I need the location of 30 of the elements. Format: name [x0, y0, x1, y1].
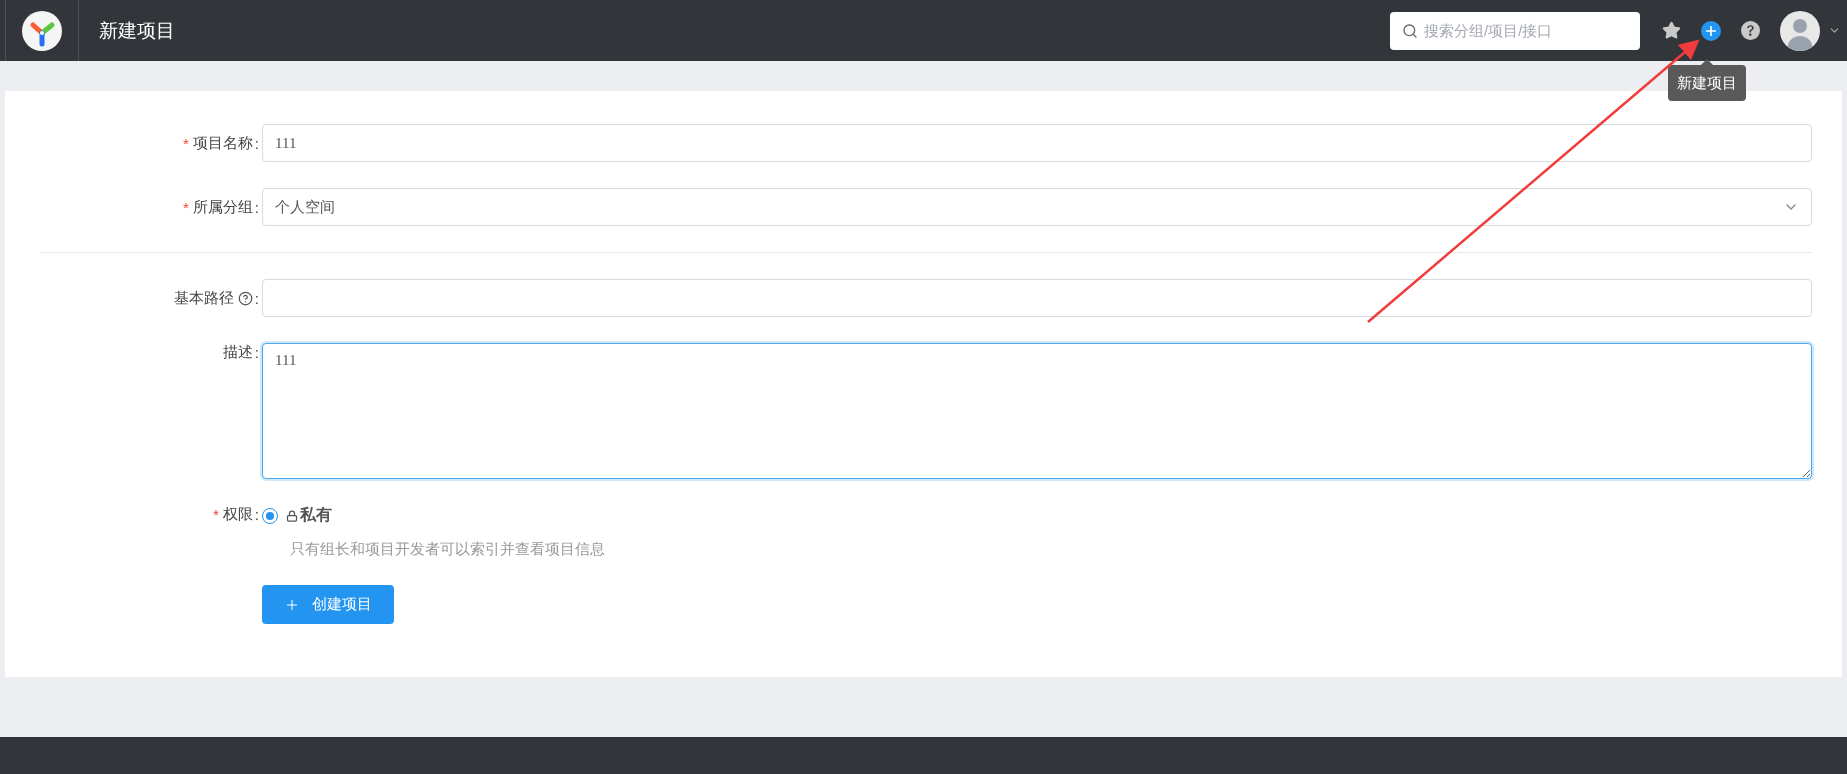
- help-icon[interactable]: [1741, 21, 1760, 40]
- user-avatar[interactable]: [1780, 10, 1820, 51]
- group-select[interactable]: 个人空间: [262, 188, 1812, 226]
- option-label: 私有: [300, 505, 332, 525]
- text-field[interactable]: 111: [262, 124, 1812, 162]
- option-hint: 只有组长和项目开发者可以索引并查看项目信息: [290, 540, 605, 559]
- field-label: 基本路径: [173, 288, 234, 308]
- label-colon: :: [254, 134, 259, 152]
- search-field[interactable]: 搜索分组/项目/接口: [1390, 11, 1640, 50]
- lock-icon: [286, 509, 298, 522]
- required-mark: *: [213, 506, 219, 523]
- description-field[interactable]: 111: [262, 343, 1812, 479]
- page-title: 新建项目: [99, 18, 176, 43]
- add-icon[interactable]: [1701, 20, 1721, 41]
- label-colon: :: [254, 198, 259, 216]
- required-mark: *: [183, 198, 189, 216]
- field-label: 所属分组: [192, 197, 253, 217]
- search-icon: [1402, 22, 1418, 39]
- field-label: 描述: [222, 343, 253, 362]
- tooltip: 新建项目: [1668, 64, 1746, 101]
- star-icon[interactable]: [1662, 21, 1681, 40]
- label-colon: :: [254, 506, 259, 523]
- logo-icon[interactable]: [22, 10, 62, 51]
- label-colon: :: [254, 289, 259, 307]
- search-input[interactable]: 搜索分组/项目/接口: [1424, 22, 1624, 39]
- help-icon[interactable]: [237, 290, 253, 306]
- field-label: 项目名称: [192, 133, 253, 153]
- label-colon: :: [254, 344, 259, 361]
- required-mark: *: [183, 134, 189, 152]
- field-label: 权限: [222, 505, 253, 524]
